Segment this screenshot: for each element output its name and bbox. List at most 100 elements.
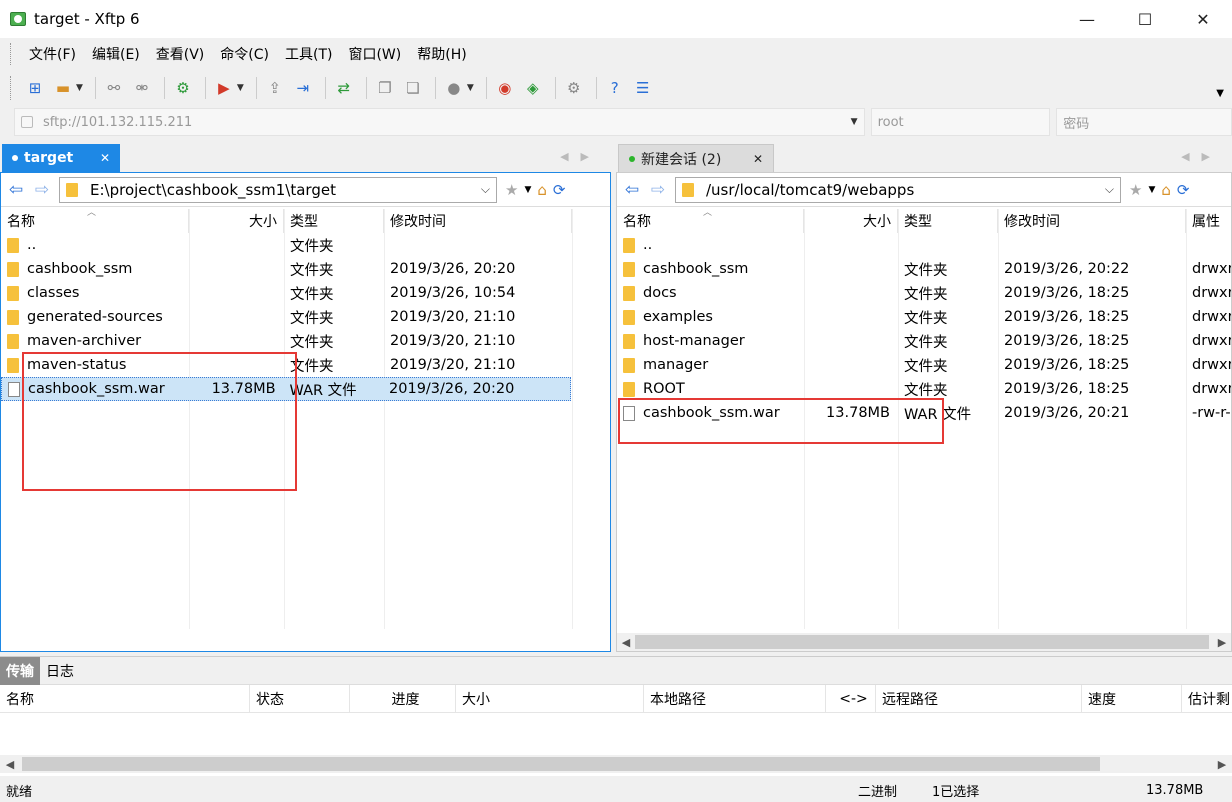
tab-nav-arrows-icon[interactable]: ◀▶ <box>1181 150 1222 163</box>
menu-command[interactable]: 命令(C) <box>212 44 277 64</box>
tab-nav-arrows-icon[interactable]: ◀▶ <box>560 150 601 163</box>
tab-remote-session[interactable]: 新建会话 (2) ✕ <box>618 144 774 172</box>
home-folder-icon[interactable]: ⌂ <box>537 181 547 199</box>
tcol-status[interactable]: 状态 <box>250 684 350 713</box>
menu-help[interactable]: 帮助(H) <box>409 44 474 64</box>
scroll-thumb[interactable] <box>22 757 1100 771</box>
username-input[interactable]: root <box>870 108 1051 136</box>
col-modified-header[interactable]: 修改时间 <box>998 209 1186 233</box>
status-dropdown-icon[interactable]: ▼ <box>467 83 474 93</box>
sync-icon[interactable]: ⇄ <box>332 76 356 100</box>
scroll-right-icon[interactable]: ▶ <box>1213 636 1231 649</box>
transfer-hscroll[interactable]: ◀ ▶ <box>0 755 1232 773</box>
local-path-input[interactable]: E:\project\cashbook_ssm1\target ⌵ <box>59 176 497 203</box>
tcol-speed[interactable]: 速度 <box>1082 684 1182 713</box>
menu-file[interactable]: 文件(F) <box>21 44 84 64</box>
list-item[interactable]: cashbook_ssm.war 13.78MB WAR 文件 2019/3/26, … <box>1 377 571 401</box>
list-item[interactable]: maven-archiver 文件夹 2019/3/20, 21:10 <box>1 329 610 353</box>
toolbar-overflow-icon[interactable]: ▼ <box>1216 88 1224 99</box>
scroll-right-icon[interactable]: ▶ <box>1212 758 1232 771</box>
transfer-icon[interactable]: ⇥ <box>291 76 315 100</box>
list-item[interactable]: ROOT 文件夹 2019/3/26, 18:25 drwxr <box>617 377 1231 401</box>
col-size-header[interactable]: 大小 <box>189 209 284 233</box>
chat-icon[interactable]: ☰ <box>631 76 655 100</box>
status-circle-icon[interactable]: ● <box>442 76 466 100</box>
list-item[interactable]: cashbook_ssm 文件夹 2019/3/26, 20:22 drwxr <box>617 257 1231 281</box>
close-tab-icon[interactable]: ✕ <box>100 151 110 165</box>
open-dropdown-icon[interactable]: ▼ <box>76 83 83 93</box>
minimize-button[interactable]: — <box>1058 0 1116 38</box>
xftp-icon[interactable]: ◈ <box>521 76 545 100</box>
forward-arrow-icon[interactable]: ⇨ <box>647 179 669 201</box>
forward-arrow-icon[interactable]: ⇨ <box>31 179 53 201</box>
tab-log[interactable]: 日志 <box>40 657 80 685</box>
remote-hscroll[interactable]: ◀ ▶ <box>617 633 1231 651</box>
col-attr-header[interactable]: 属性 <box>1186 209 1231 233</box>
menu-view[interactable]: 查看(V) <box>148 44 213 64</box>
list-item[interactable]: docs 文件夹 2019/3/26, 18:25 drwxr <box>617 281 1231 305</box>
favorites-dropdown-icon[interactable]: ▼ <box>1148 185 1155 195</box>
menu-tools[interactable]: 工具(T) <box>277 44 340 64</box>
close-button[interactable]: ✕ <box>1174 0 1232 38</box>
refresh-icon[interactable]: ⟳ <box>1177 181 1190 199</box>
tcol-name[interactable]: 名称 <box>0 684 250 713</box>
gear-icon[interactable]: ⚙ <box>562 76 586 100</box>
upload-icon[interactable]: ⇪ <box>263 76 287 100</box>
tcol-eta[interactable]: 估计剩 <box>1182 685 1232 713</box>
menu-window[interactable]: 窗口(W) <box>340 44 409 64</box>
star-icon[interactable]: ★ <box>505 181 518 199</box>
star-icon[interactable]: ★ <box>1129 181 1142 199</box>
scroll-left-icon[interactable]: ◀ <box>0 758 20 771</box>
list-item[interactable]: .. <box>617 233 1231 257</box>
back-arrow-icon[interactable]: ⇦ <box>621 179 643 201</box>
tcol-size[interactable]: 大小 <box>456 684 644 713</box>
col-type-header[interactable]: 类型 <box>284 209 384 233</box>
back-arrow-icon[interactable]: ⇦ <box>5 179 27 201</box>
list-item[interactable]: classes 文件夹 2019/3/26, 10:54 <box>1 281 610 305</box>
col-type-header[interactable]: 类型 <box>898 209 998 233</box>
col-name-header[interactable]: ︿ 名称 <box>617 208 804 233</box>
host-dropdown-icon[interactable]: ▼ <box>851 117 858 127</box>
tcol-direction[interactable]: <-> <box>826 684 876 713</box>
media-dropdown-icon[interactable]: ▼ <box>237 83 244 93</box>
col-name-header[interactable]: ︿ 名称 <box>1 208 189 233</box>
path-dropdown-icon[interactable]: ⌵ <box>481 182 490 197</box>
open-folder-icon[interactable]: ▬ <box>51 76 75 100</box>
connect-icon[interactable]: ⚯ <box>102 76 126 100</box>
col-modified-header[interactable]: 修改时间 <box>384 209 572 233</box>
path-dropdown-icon[interactable]: ⌵ <box>1105 182 1114 197</box>
favorites-dropdown-icon[interactable]: ▼ <box>524 185 531 195</box>
tcol-remote-path[interactable]: 远程路径 <box>876 684 1082 713</box>
disconnect-icon[interactable]: ⚮ <box>130 76 154 100</box>
tcol-local-path[interactable]: 本地路径 <box>644 684 826 713</box>
media-icon[interactable]: ▶ <box>212 76 236 100</box>
xshell-icon[interactable]: ◉ <box>493 76 517 100</box>
tcol-progress[interactable]: 进度 <box>350 684 456 713</box>
list-item[interactable]: .. 文件夹 <box>1 233 610 257</box>
list-item[interactable]: host-manager 文件夹 2019/3/26, 18:25 drwxr <box>617 329 1231 353</box>
properties-icon[interactable]: ⚙ <box>171 76 195 100</box>
host-input[interactable]: sftp://101.132.115.211 ▼ <box>14 108 865 136</box>
password-input[interactable]: 密码 <box>1056 108 1232 136</box>
menu-edit[interactable]: 编辑(E) <box>84 44 148 64</box>
col-size-header[interactable]: 大小 <box>804 209 898 233</box>
list-item[interactable]: cashbook_ssm.war 13.78MB WAR 文件 2019/3/26, … <box>617 401 1231 425</box>
tab-transfer[interactable]: 传输 <box>0 656 40 685</box>
home-folder-icon[interactable]: ⌂ <box>1161 181 1171 199</box>
list-item[interactable]: maven-status 文件夹 2019/3/20, 21:10 <box>1 353 610 377</box>
list-item[interactable]: examples 文件夹 2019/3/26, 18:25 drwxr <box>617 305 1231 329</box>
tab-local-target[interactable]: target ✕ <box>2 144 120 172</box>
scroll-left-icon[interactable]: ◀ <box>617 636 635 649</box>
refresh-icon[interactable]: ⟳ <box>553 181 566 199</box>
copy-icon[interactable]: ❐ <box>373 76 397 100</box>
maximize-button[interactable]: ☐ <box>1116 0 1174 38</box>
scroll-thumb[interactable] <box>635 635 1209 649</box>
remote-path-input[interactable]: /usr/local/tomcat9/webapps ⌵ <box>675 176 1121 203</box>
paste-icon[interactable]: ❏ <box>401 76 425 100</box>
list-item[interactable]: cashbook_ssm 文件夹 2019/3/26, 20:20 <box>1 257 610 281</box>
help-icon[interactable]: ? <box>603 76 627 100</box>
close-tab-icon[interactable]: ✕ <box>753 152 763 166</box>
list-item[interactable]: manager 文件夹 2019/3/26, 18:25 drwxr <box>617 353 1231 377</box>
list-item[interactable]: generated-sources 文件夹 2019/3/20, 21:10 <box>1 305 610 329</box>
new-session-icon[interactable]: ⊞ <box>23 76 47 100</box>
